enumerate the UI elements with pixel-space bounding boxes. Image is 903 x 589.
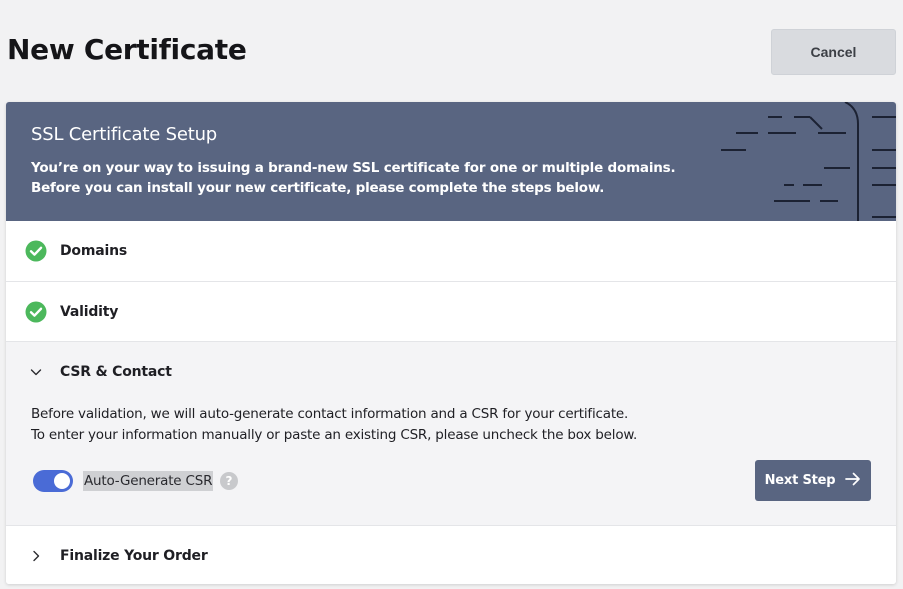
step-finalize-header[interactable]: Finalize Your Order [6, 526, 896, 584]
banner-line-2: Before you can install your new certific… [31, 180, 605, 196]
auto-generate-csr-toggle[interactable] [33, 470, 73, 492]
arrow-right-icon [845, 472, 861, 490]
step-label: Finalize Your Order [60, 547, 208, 564]
step-csr-contact: CSR & Contact Before validation, we will… [6, 341, 896, 525]
banner-line-1: You’re on your way to issuing a brand-ne… [31, 160, 676, 176]
toggle-knob [54, 473, 70, 489]
csr-desc-line-2: To enter your information manually or pa… [31, 427, 638, 443]
next-step-button[interactable]: Next Step [755, 460, 871, 501]
step-finalize-order: Finalize Your Order [6, 525, 896, 584]
auto-generate-csr-label[interactable]: Auto-Generate CSR [83, 471, 214, 491]
step-label: CSR & Contact [60, 363, 172, 380]
decorative-lines-icon [721, 102, 896, 221]
check-circle-icon [25, 301, 47, 323]
certificate-setup-card: SSL Certificate Setup You’re on your way… [6, 102, 896, 584]
banner-description: You’re on your way to issuing a brand-ne… [31, 158, 676, 198]
csr-description: Before validation, we will auto-generate… [31, 404, 637, 446]
step-domains: Domains [6, 221, 896, 281]
setup-banner: SSL Certificate Setup You’re on your way… [6, 102, 896, 221]
banner-title: SSL Certificate Setup [31, 124, 218, 145]
step-label: Validity [60, 303, 119, 320]
step-validity-header[interactable]: Validity [6, 282, 896, 341]
page-title: New Certificate [7, 33, 247, 66]
csr-desc-line-1: Before validation, we will auto-generate… [31, 406, 629, 422]
step-validity: Validity [6, 281, 896, 341]
help-icon[interactable]: ? [220, 472, 238, 490]
step-domains-header[interactable]: Domains [6, 221, 896, 280]
cancel-button[interactable]: Cancel [771, 29, 896, 75]
check-circle-icon [25, 240, 47, 262]
step-label: Domains [60, 242, 127, 259]
next-step-label: Next Step [764, 473, 836, 488]
chevron-down-icon [25, 361, 47, 383]
step-csr-header[interactable]: CSR & Contact [6, 342, 896, 401]
chevron-right-icon [25, 545, 47, 567]
